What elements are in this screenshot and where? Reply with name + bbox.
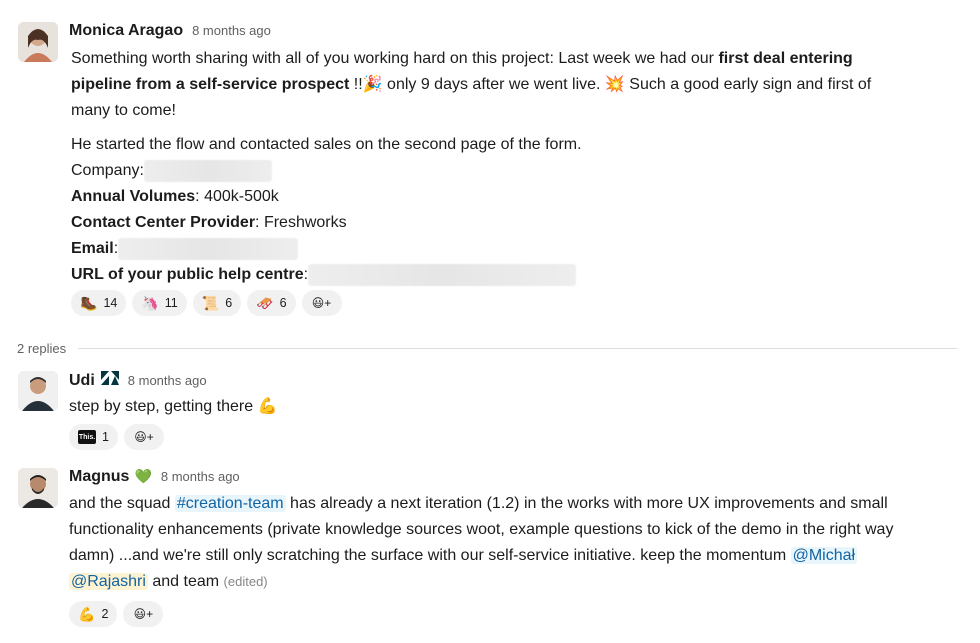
avatar[interactable] xyxy=(18,468,58,508)
timestamp[interactable]: 8 months ago xyxy=(192,23,271,38)
reaction-count: 14 xyxy=(103,296,118,310)
add-reaction-icon: 😃+ xyxy=(311,296,332,310)
message-header: Magnus 💚 8 months ago xyxy=(69,468,240,486)
heart-status-icon: 💚 xyxy=(134,468,152,484)
reaction-bar: This. 1 😃+ xyxy=(69,424,164,450)
reaction-pill[interactable]: This. 1 xyxy=(69,424,118,450)
replies-divider: 2 replies xyxy=(17,341,957,356)
reaction-pill[interactable]: 🦄 11 xyxy=(132,290,187,316)
text: damn) ...and we're still only scratching… xyxy=(69,547,791,564)
message-body: step by step, getting there 💪 xyxy=(69,394,277,420)
avatar[interactable] xyxy=(18,371,58,411)
sled-emoji-icon: 🛷 xyxy=(256,295,274,311)
add-reaction-button[interactable]: 😃+ xyxy=(301,290,342,316)
add-reaction-icon: 😃+ xyxy=(133,607,154,621)
author-name[interactable]: Udi xyxy=(69,372,95,390)
provider-label: Contact Center Provider xyxy=(71,214,256,231)
bold-text: pipeline from a self-service prospect xyxy=(71,76,350,93)
boom-emoji-icon: 💥 xyxy=(604,76,625,93)
text: step by step, getting there xyxy=(69,398,258,415)
avatar[interactable] xyxy=(18,22,58,62)
replies-count[interactable]: 2 replies xyxy=(17,341,66,356)
zendesk-status-icon xyxy=(100,371,119,385)
text: has already a next iteration (1.2) in th… xyxy=(285,495,888,512)
url-label: URL of your public help centre xyxy=(71,266,304,283)
reaction-bar: 🥾 14 🦄 11 📜 6 🛷 6 😃+ xyxy=(71,290,342,316)
add-reaction-icon: 😃+ xyxy=(134,430,154,444)
avatar-image xyxy=(18,468,58,508)
redacted-company xyxy=(143,159,272,182)
text: He started the flow and contacted sales … xyxy=(71,136,582,153)
text: !! xyxy=(349,76,363,93)
channel-link[interactable]: #creation-team xyxy=(174,495,286,512)
volumes-value: : 400k-500k xyxy=(195,188,279,205)
message-header: Udi 8 months ago xyxy=(69,371,207,390)
reaction-pill[interactable]: 🥾 14 xyxy=(71,290,127,316)
add-reaction-button[interactable]: 😃+ xyxy=(123,424,164,450)
avatar-image xyxy=(18,371,58,411)
reaction-count: 6 xyxy=(279,296,287,310)
flexed-biceps-emoji-icon: 💪 xyxy=(78,606,96,622)
company-label: Company: xyxy=(71,162,144,179)
text: many to come! xyxy=(71,102,176,119)
author-name[interactable]: Monica Aragao xyxy=(69,22,183,40)
text: only 9 days after we went live. xyxy=(382,76,605,93)
reaction-count: 1 xyxy=(102,430,109,444)
reaction-count: 2 xyxy=(101,607,109,621)
text: functionality enhancements (private know… xyxy=(69,521,894,538)
text: Something worth sharing with all of you … xyxy=(71,50,719,67)
text: and team xyxy=(147,573,224,590)
email-label: Email xyxy=(71,240,114,257)
this-emoji-icon: This. xyxy=(78,430,96,444)
redacted-url xyxy=(308,263,577,286)
divider-line xyxy=(78,348,957,349)
avatar-image xyxy=(18,22,58,62)
add-reaction-button[interactable]: 😃+ xyxy=(123,601,164,627)
reaction-pill[interactable]: 📜 6 xyxy=(192,290,242,316)
reaction-count: 6 xyxy=(225,296,233,310)
unicorn-emoji-icon: 🦄 xyxy=(141,295,159,311)
text: and the squad xyxy=(69,495,175,512)
scroll-emoji-icon: 📜 xyxy=(201,295,220,311)
timestamp[interactable]: 8 months ago xyxy=(128,373,207,388)
provider-value: : Freshworks xyxy=(255,214,347,231)
author-name[interactable]: Magnus xyxy=(69,468,129,486)
user-mention[interactable]: @Michał xyxy=(790,547,858,564)
reaction-pill[interactable]: 💪 2 xyxy=(69,601,118,627)
edited-label: (edited) xyxy=(223,574,268,589)
user-mention[interactable]: @Rajashri xyxy=(69,573,148,590)
reaction-count: 11 xyxy=(164,296,178,310)
reaction-bar: 💪 2 😃+ xyxy=(69,601,164,627)
flexed-biceps-emoji-icon: 💪 xyxy=(257,398,278,415)
message-body: Something worth sharing with all of you … xyxy=(71,46,871,288)
text: Such a good early sign and first of xyxy=(624,76,872,93)
message-body: and the squad #creation-team has already… xyxy=(69,491,893,595)
redacted-email xyxy=(118,237,299,260)
volumes-label: Annual Volumes xyxy=(71,188,196,205)
timestamp[interactable]: 8 months ago xyxy=(161,469,240,484)
message-header: Monica Aragao 8 months ago xyxy=(69,22,271,40)
boot-emoji-icon: 🥾 xyxy=(80,295,98,311)
party-emoji-icon: 🎉 xyxy=(362,76,383,93)
reaction-pill[interactable]: 🛷 6 xyxy=(247,290,296,316)
bold-text: first deal entering xyxy=(718,50,853,67)
